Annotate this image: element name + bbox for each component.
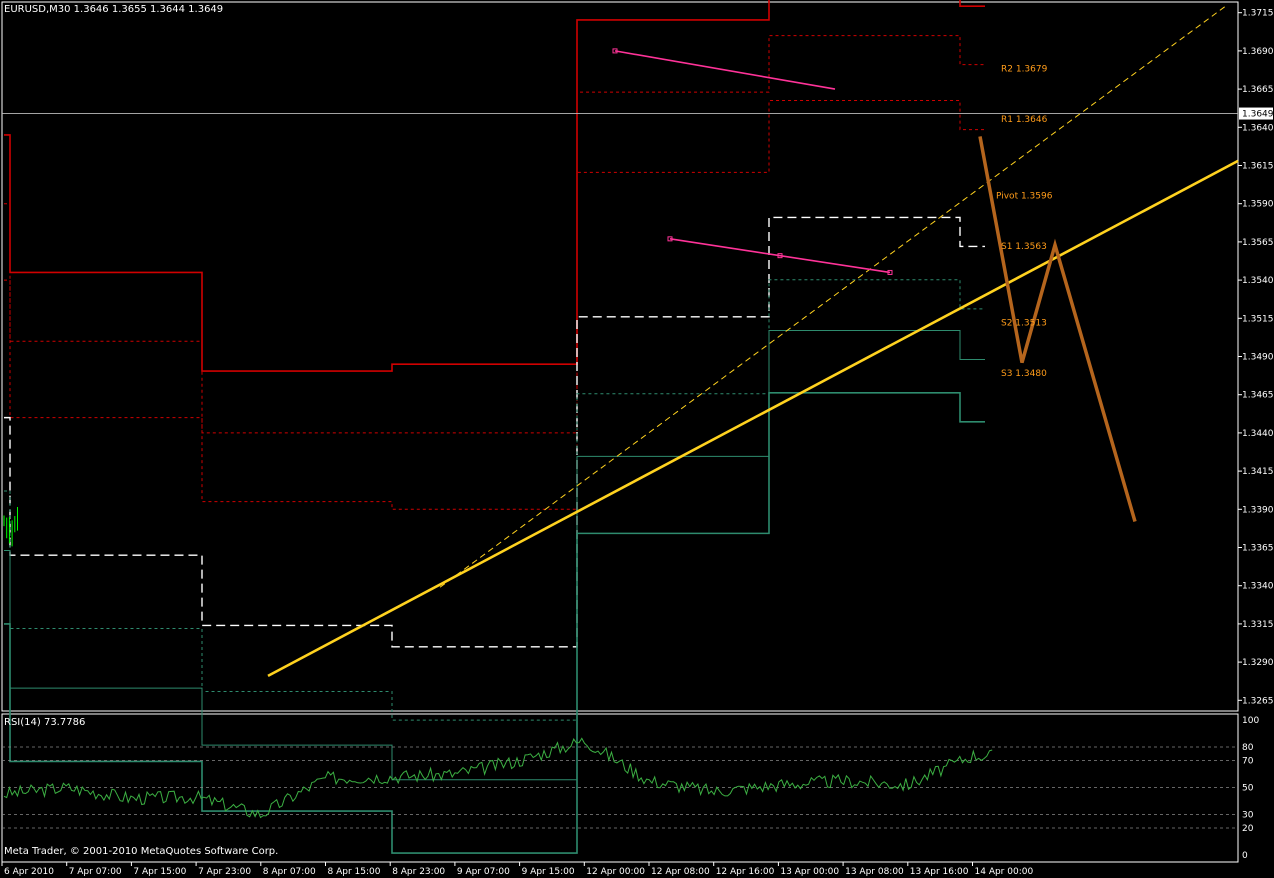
rsi-tick-label: 80 — [1242, 743, 1254, 753]
rsi-line — [3, 737, 993, 819]
price-chart: R2 1.3679 R1 1.3646 Pivot 1.3596 S1 1.3563 S… — [1, 0, 1274, 877]
level-label-pivot: Pivot 1.3596 — [996, 192, 1053, 202]
time-tick-label: 7 Apr 23:00 — [198, 867, 251, 877]
trendline-support — [267, 159, 1239, 678]
rsi-tick-label: 70 — [1242, 757, 1254, 767]
time-tick-label: 9 Apr 07:00 — [457, 867, 510, 877]
time-tick-label: 7 Apr 15:00 — [133, 867, 186, 877]
price-tick-label: 1.3565 — [1242, 238, 1274, 248]
price-tick-label: 1.3465 — [1242, 391, 1274, 401]
pivot-line — [4, 216, 985, 648]
rsi-label: RSI(14) 73.7786 — [4, 717, 86, 728]
price-tick-label: 1.3615 — [1242, 161, 1274, 171]
support-line-3 — [4, 391, 985, 854]
price-tick-label: 1.3365 — [1242, 544, 1274, 554]
main-panel-frame — [1, 1, 1239, 863]
level-label-r1: R1 1.3646 — [1001, 115, 1048, 125]
price-tick-label: 1.3415 — [1242, 467, 1274, 477]
time-tick-label: 9 Apr 15:00 — [522, 867, 575, 877]
resistance-line-3 — [4, 0, 985, 372]
time-tick-label: 8 Apr 07:00 — [263, 867, 316, 877]
trendline-dashed — [439, 6, 1226, 588]
price-tick-label: 1.3340 — [1242, 582, 1274, 592]
price-tick-label: 1.3265 — [1242, 696, 1274, 706]
time-axis: 6 Apr 2010 7 Apr 07:00 7 Apr 15:00 7 Apr 23… — [1, 862, 1034, 877]
time-tick-label: 12 Apr 16:00 — [716, 867, 775, 877]
rsi-tick-label: 50 — [1242, 784, 1254, 794]
price-tick-label: 1.3390 — [1242, 505, 1274, 515]
price-tick-label: 1.3690 — [1242, 47, 1274, 57]
price-tick-label: 1.3540 — [1242, 276, 1274, 286]
time-tick-label: 13 Apr 00:00 — [780, 867, 839, 877]
pivot-lines — [2, 0, 1238, 854]
current-price-label: 1.3649 — [1242, 110, 1274, 120]
level-label-r2: R2 1.3679 — [1001, 65, 1048, 75]
resistance-line-1 — [4, 100, 985, 510]
rsi-plot-border — [1, 713, 1239, 863]
channel-upper — [614, 50, 836, 90]
time-tick-label: 6 Apr 2010 — [4, 867, 54, 877]
main-plot-border — [1, 1, 1239, 712]
rsi-tick-label: 20 — [1242, 824, 1254, 834]
support-line-1 — [4, 279, 985, 721]
level-label-s1: S1 1.3563 — [1001, 242, 1047, 252]
candles — [3, 506, 18, 547]
rsi-tick-label: 0 — [1242, 851, 1248, 861]
price-axis: 1.3715 1.3690 1.3665 1.3640 1.3615 1.3590 1.35… — [1238, 9, 1274, 706]
drawings — [267, 6, 1239, 678]
symbol-info: EURUSD,M30 1.3646 1.3655 1.3644 1.3649 — [4, 4, 224, 15]
price-tick-label: 1.3490 — [1242, 353, 1274, 363]
channel-lower — [669, 238, 891, 274]
time-tick-label: 8 Apr 23:00 — [392, 867, 445, 877]
price-tick-label: 1.3590 — [1242, 200, 1274, 210]
time-tick-label: 13 Apr 16:00 — [910, 867, 969, 877]
level-label-s2: S2 1.3513 — [1001, 318, 1047, 328]
level-label-s3: S3 1.3480 — [1001, 369, 1047, 379]
time-tick-label: 12 Apr 08:00 — [651, 867, 710, 877]
price-tick-label: 1.3640 — [1242, 123, 1274, 133]
time-tick-label: 14 Apr 00:00 — [975, 867, 1034, 877]
copyright-text: Meta Trader, © 2001-2010 MetaQuotes Soft… — [4, 846, 279, 857]
time-tick-label: 13 Apr 08:00 — [845, 867, 904, 877]
price-tick-label: 1.3315 — [1242, 620, 1274, 630]
rsi-panel: 100 80 70 50 30 20 0 — [2, 716, 1259, 861]
time-tick-label: 7 Apr 07:00 — [69, 867, 122, 877]
price-tick-label: 1.3290 — [1242, 658, 1274, 668]
rsi-tick-label: 30 — [1242, 811, 1254, 821]
price-tick-label: 1.3440 — [1242, 429, 1274, 439]
time-tick-label: 8 Apr 15:00 — [328, 867, 381, 877]
time-tick-label: 12 Apr 00:00 — [586, 867, 645, 877]
rsi-tick-label: 100 — [1242, 716, 1259, 726]
pivot-level-labels: R2 1.3679 R1 1.3646 Pivot 1.3596 S1 1.3563 S… — [996, 65, 1053, 379]
price-tick-label: 1.3715 — [1242, 9, 1274, 19]
price-tick-label: 1.3515 — [1242, 314, 1274, 324]
price-tick-label: 1.3665 — [1242, 85, 1274, 95]
